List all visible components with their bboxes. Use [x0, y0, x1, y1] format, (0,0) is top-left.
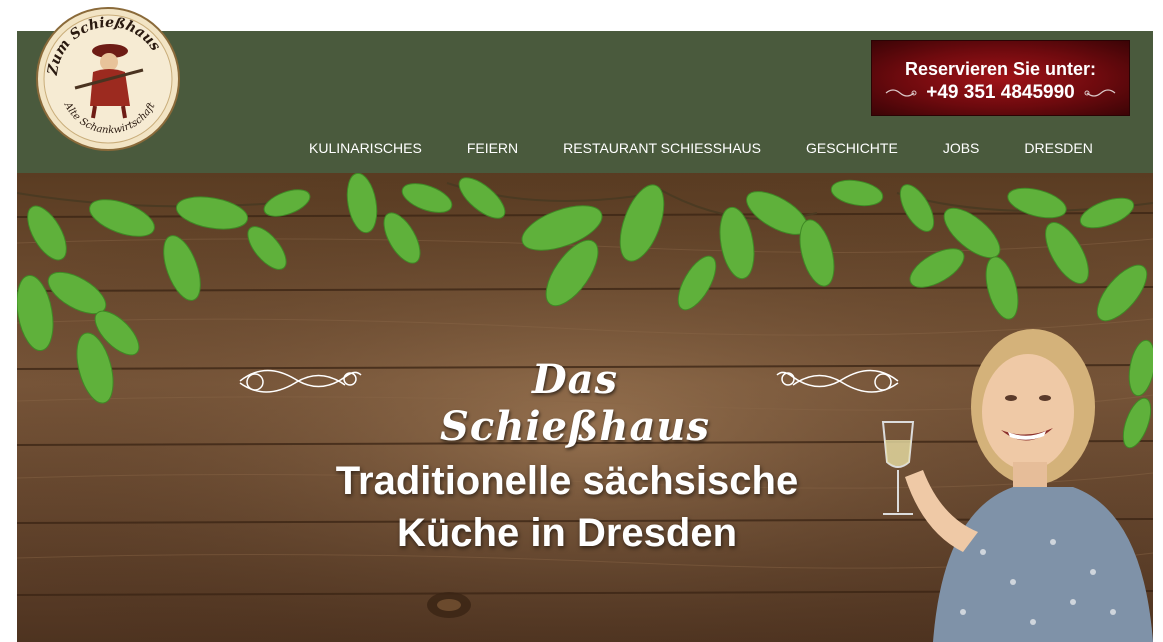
- logo-emblem-icon: Zum Schießhaus Alte Schankwirtschaft: [36, 7, 180, 151]
- hero-banner: Das Schießhaus Traditionelle sächsische …: [17, 173, 1153, 642]
- top-strip: [17, 0, 1153, 31]
- reservation-phone-row: +49 351 4845990: [872, 82, 1129, 104]
- logo[interactable]: Zum Schießhaus Alte Schankwirtschaft: [35, 6, 181, 152]
- hero-title-row: Das Schießhaus: [235, 356, 903, 450]
- nav-item-jobs[interactable]: JOBS: [943, 140, 980, 156]
- page: Zum Schießhaus Alte Schankwirtschaft Res…: [17, 0, 1153, 642]
- hero-subtitle: Traditionelle sächsische Küche in Dresde…: [272, 455, 862, 559]
- hero-subtitle-line1: Traditionelle sächsische: [335, 459, 799, 503]
- flourish-left-icon: [885, 89, 917, 97]
- nav-item-dresden[interactable]: DRESDEN: [1024, 140, 1092, 156]
- flourish-right-icon: [1084, 89, 1116, 97]
- nav-item-kulinarisches[interactable]: KULINARISCHES: [309, 140, 422, 156]
- reservation-banner[interactable]: Reservieren Sie unter: +49 351 4845990: [871, 40, 1130, 116]
- woman-with-wine-glass-image: [881, 329, 1153, 642]
- nav-item-restaurant-schiesshaus[interactable]: RESTAURANT SCHIESSHAUS: [563, 140, 761, 156]
- nav-item-geschichte[interactable]: GESCHICHTE: [806, 140, 898, 156]
- reservation-phone[interactable]: +49 351 4845990: [926, 82, 1074, 104]
- hero-subtitle-line2: Küche in Dresden: [396, 511, 738, 555]
- reservation-label: Reservieren Sie unter:: [904, 59, 1097, 79]
- flourish-left-icon: [239, 369, 362, 393]
- nav-item-feiern[interactable]: FEIERN: [467, 140, 518, 156]
- hero-title: Das Schießhaus: [440, 356, 710, 450]
- main-nav: KULINARISCHES FEIERN RESTAURANT SCHIESSH…: [309, 140, 1093, 156]
